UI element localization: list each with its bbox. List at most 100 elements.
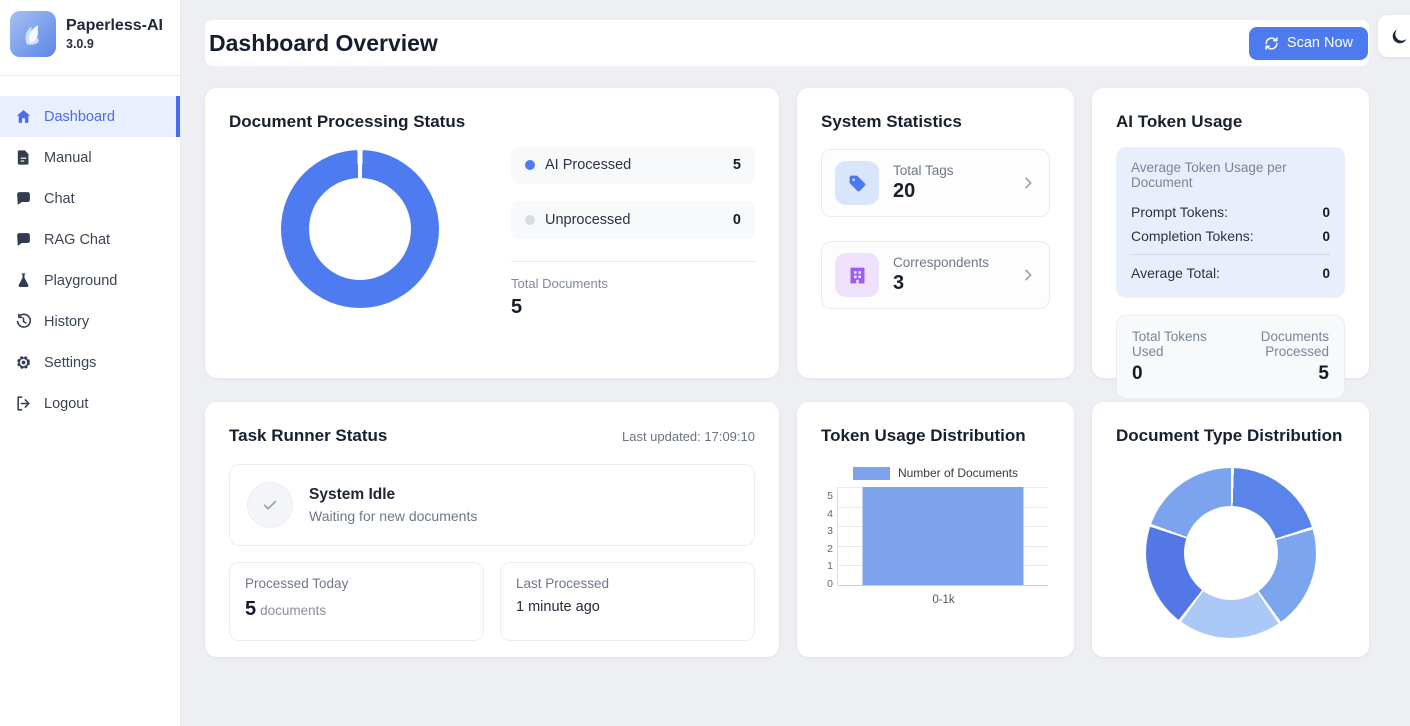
documents-processed-label: Documents Processed — [1220, 329, 1329, 359]
total-tokens-used-label: Total Tokens Used — [1132, 329, 1220, 359]
documents-processed-block: Documents Processed 5 — [1220, 329, 1329, 385]
app-title-block: Paperless-AI 3.0.9 — [66, 17, 163, 51]
page-title: Dashboard Overview — [209, 30, 438, 57]
document-type-donut-chart — [1146, 468, 1316, 638]
card-document-type-distribution: Document Type Distribution — [1092, 402, 1369, 657]
system-status-box: System Idle Waiting for new documents — [229, 464, 755, 546]
sidebar-item-dashboard[interactable]: Dashboard — [0, 96, 180, 137]
stat-texts: Correspondents 3 — [893, 255, 1006, 295]
divider — [511, 261, 755, 262]
y-tick: 3 — [827, 526, 833, 537]
sidebar-item-playground[interactable]: Playground — [0, 260, 180, 301]
legend-label: AI Processed — [545, 157, 733, 173]
chat-icon — [15, 231, 32, 248]
prompt-tokens-value: 0 — [1322, 205, 1330, 220]
processed-today-value: 5 — [245, 598, 256, 620]
gear-icon — [15, 354, 32, 371]
sidebar-item-history[interactable]: History — [0, 301, 180, 342]
status-title: System Idle — [309, 486, 477, 504]
tag-icon — [835, 161, 879, 205]
processing-donut-chart — [281, 150, 439, 308]
legend-value: 0 — [733, 212, 741, 228]
card-token-usage-distribution: Token Usage Distribution Number of Docum… — [797, 402, 1074, 657]
chevron-right-icon — [1020, 175, 1036, 191]
scan-now-button[interactable]: Scan Now — [1249, 27, 1368, 60]
sidebar-item-settings[interactable]: Settings — [0, 342, 180, 383]
theme-toggle-button[interactable] — [1378, 15, 1410, 57]
plot — [837, 487, 1048, 585]
last-processed-value: 1 minute ago — [516, 599, 739, 615]
bar-chart-legend: Number of Documents — [821, 466, 1050, 480]
legend-swatch — [853, 467, 890, 480]
processing-legend: AI Processed 5 Unprocessed 0 Total Docum… — [511, 146, 755, 319]
y-tick: 0 — [827, 579, 833, 590]
donut-hole — [309, 178, 411, 280]
sidebar-item-label: Manual — [44, 150, 92, 166]
chevron-right-icon — [1020, 267, 1036, 283]
average-total-value: 0 — [1322, 266, 1330, 281]
stat-value: 20 — [893, 180, 1006, 203]
stat-label: Total Tags — [893, 163, 1006, 178]
prompt-tokens-label: Prompt Tokens: — [1131, 204, 1228, 220]
sidebar-divider — [0, 75, 180, 76]
sidebar-item-logout[interactable]: Logout — [0, 383, 180, 424]
card-title: System Statistics — [821, 112, 1050, 132]
bar-0-1k — [863, 487, 1024, 585]
card-title: AI Token Usage — [1116, 112, 1345, 132]
gridline — [838, 585, 1048, 586]
card-system-statistics: System Statistics Total Tags 20 Correspo… — [797, 88, 1074, 378]
completion-tokens-value: 0 — [1322, 229, 1330, 244]
main-content: Dashboard Overview Scan Now Document Pro… — [181, 0, 1410, 726]
building-icon — [835, 253, 879, 297]
home-icon — [15, 108, 32, 125]
card-ai-token-usage: AI Token Usage Average Token Usage per D… — [1092, 88, 1369, 378]
sidebar-item-label: Logout — [44, 396, 88, 412]
stat-correspondents[interactable]: Correspondents 3 — [821, 241, 1050, 309]
total-documents-label: Total Documents — [511, 276, 755, 291]
legend-label: Unprocessed — [545, 212, 733, 228]
average-token-panel: Average Token Usage per Document Prompt … — [1116, 147, 1345, 298]
scan-now-label: Scan Now — [1287, 35, 1353, 51]
last-processed-box: Last Processed 1 minute ago — [500, 562, 755, 641]
card-title: Token Usage Distribution — [821, 426, 1050, 446]
processed-today-label: Processed Today — [245, 576, 468, 591]
sidebar-item-manual[interactable]: Manual — [0, 137, 180, 178]
y-tick: 5 — [827, 491, 833, 502]
legend-row-unprocessed: Unprocessed 0 — [511, 201, 755, 239]
stat-total-tags[interactable]: Total Tags 20 — [821, 149, 1050, 217]
processing-body: AI Processed 5 Unprocessed 0 Total Docum… — [229, 146, 755, 319]
dashboard-grid: Document Processing Status AI Processed … — [205, 88, 1410, 657]
donut-hole — [1184, 506, 1278, 600]
legend-row-ai-processed: AI Processed 5 — [511, 146, 755, 184]
bar-legend-label: Number of Documents — [898, 466, 1018, 480]
last-processed-label: Last Processed — [516, 576, 739, 591]
total-tokens-used-value: 0 — [1132, 363, 1220, 385]
total-tokens-used-block: Total Tokens Used 0 — [1132, 329, 1220, 385]
completion-tokens-row: Completion Tokens: 0 — [1131, 224, 1330, 248]
status-subtitle: Waiting for new documents — [309, 508, 477, 524]
card-title: Document Type Distribution — [1116, 426, 1345, 446]
prompt-tokens-row: Prompt Tokens: 0 — [1131, 200, 1330, 224]
app-logo-row: Paperless-AI 3.0.9 — [0, 0, 180, 67]
average-total-label: Average Total: — [1131, 265, 1220, 281]
sidebar-item-label: RAG Chat — [44, 232, 110, 248]
token-totals-panel: Total Tokens Used 0 Documents Processed … — [1116, 315, 1345, 399]
logout-icon — [15, 395, 32, 412]
document-icon — [15, 149, 32, 166]
legend-value: 5 — [733, 157, 741, 173]
page-header: Dashboard Overview Scan Now — [205, 20, 1369, 66]
sidebar-item-chat[interactable]: Chat — [0, 178, 180, 219]
sidebar-item-label: Dashboard — [44, 109, 115, 125]
sidebar-item-rag-chat[interactable]: RAG Chat — [0, 219, 180, 260]
legend-dot — [525, 160, 535, 170]
divider — [1131, 254, 1330, 255]
task-runner-header: Task Runner Status Last updated: 17:09:1… — [229, 426, 755, 446]
legend-dot — [525, 215, 535, 225]
y-axis: 5 4 3 2 1 0 — [821, 487, 837, 585]
stat-texts: Total Tags 20 — [893, 163, 1006, 203]
chat-icon — [15, 190, 32, 207]
average-total-row: Average Total: 0 — [1131, 261, 1330, 285]
history-icon — [15, 313, 32, 330]
app-logo-icon — [10, 11, 56, 57]
refresh-icon — [1264, 36, 1279, 51]
